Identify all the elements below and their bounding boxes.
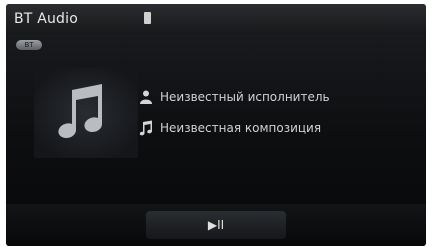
phone-icon bbox=[144, 12, 151, 24]
header-bar: BT Audio bbox=[6, 4, 426, 34]
song-title: Неизвестная композиция bbox=[160, 121, 322, 135]
music-note-icon bbox=[139, 120, 152, 136]
music-note-icon bbox=[58, 84, 102, 139]
page-title: BT Audio bbox=[14, 11, 78, 27]
bluetooth-badge: BT bbox=[16, 40, 42, 50]
bt-audio-screen: BT Audio BT Неизвестный исполнитель Неиз… bbox=[6, 4, 426, 246]
album-art bbox=[34, 68, 138, 158]
song-row: Неизвестная композиция bbox=[138, 117, 321, 139]
artist-name: Неизвестный исполнитель bbox=[160, 90, 330, 104]
artist-row: Неизвестный исполнитель bbox=[138, 86, 330, 108]
person-icon bbox=[140, 90, 152, 104]
play-pause-button[interactable]: ▶II bbox=[146, 211, 286, 239]
